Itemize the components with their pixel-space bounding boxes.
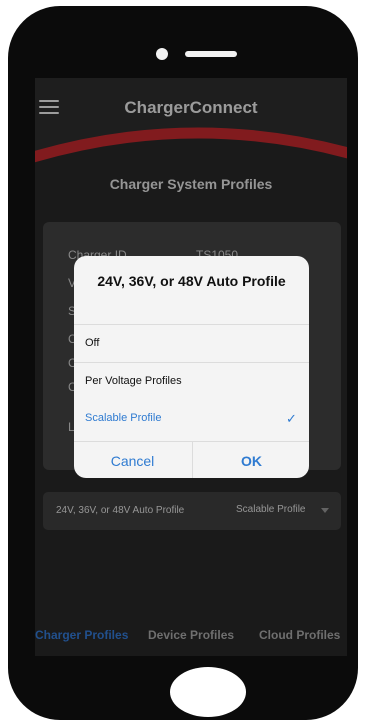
cancel-button[interactable]: Cancel bbox=[74, 442, 191, 478]
ok-button[interactable]: OK bbox=[192, 442, 309, 478]
option-off[interactable]: Off bbox=[74, 324, 309, 363]
dialog-title: 24V, 36V, or 48V Auto Profile bbox=[97, 273, 286, 289]
option-label: Scalable Profile bbox=[85, 412, 162, 424]
dialog-button-row: Cancel OK bbox=[74, 441, 309, 478]
option-scalable-profile[interactable]: Scalable Profile ✓ bbox=[74, 400, 309, 438]
option-label: Per Voltage Profiles bbox=[85, 375, 182, 387]
speaker-grille bbox=[185, 51, 237, 57]
app-screen: ChargerConnect Charger System Profiles C… bbox=[35, 78, 347, 656]
profile-picker-dialog: 24V, 36V, or 48V Auto Profile Off Per Vo… bbox=[74, 256, 309, 478]
home-button[interactable] bbox=[170, 667, 246, 717]
option-per-voltage-profiles[interactable]: Per Voltage Profiles bbox=[74, 362, 309, 401]
camera-dot bbox=[156, 48, 168, 60]
checkmark-icon: ✓ bbox=[286, 411, 297, 426]
option-label: Off bbox=[85, 337, 100, 349]
